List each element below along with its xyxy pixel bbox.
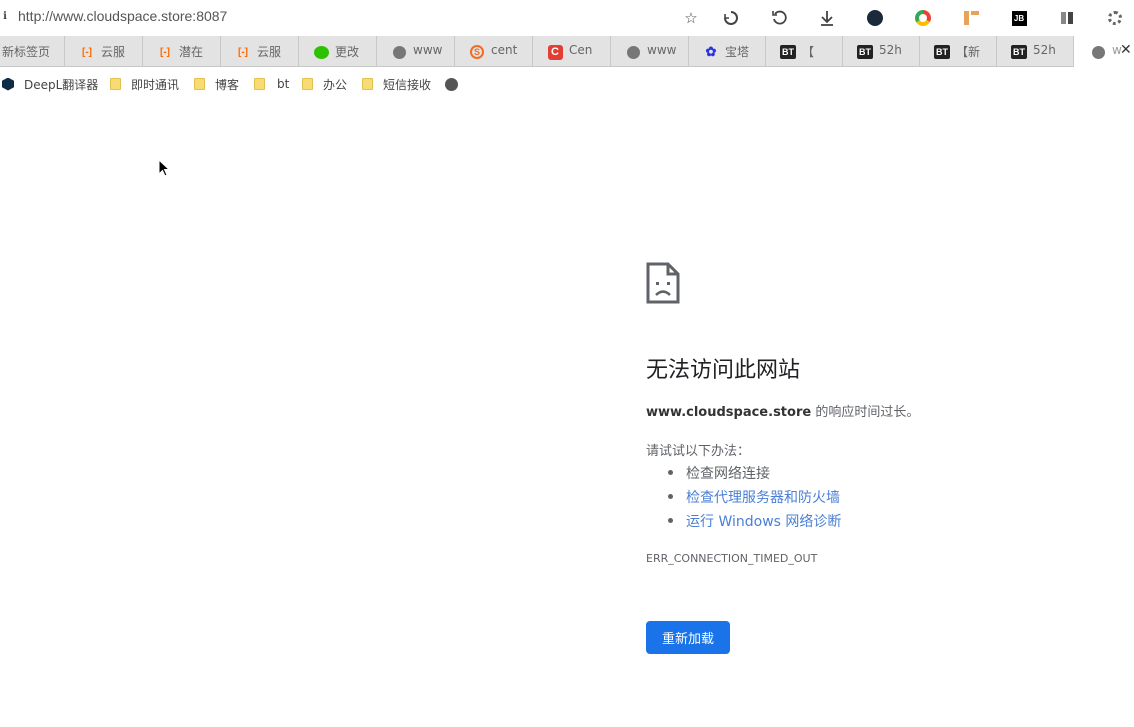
- bt-icon: BT: [934, 45, 950, 59]
- tab-label: 【新: [956, 45, 981, 59]
- extension-orange-icon[interactable]: [960, 7, 982, 29]
- tab[interactable]: BT 52h: [843, 36, 920, 67]
- tab[interactable]: ✿ 宝塔: [689, 36, 766, 67]
- sad-page-icon: [646, 262, 680, 304]
- error-code: ERR_CONNECTION_TIMED_OUT: [646, 552, 818, 565]
- tab[interactable]: [-] 云服: [221, 36, 299, 67]
- tab[interactable]: BT 【新: [920, 36, 997, 67]
- try-label: 请试试以下办法：: [646, 444, 751, 459]
- tab-label: 潜在: [179, 45, 204, 59]
- error-host: www.cloudspace.store: [646, 405, 812, 420]
- aliyun-icon: [-]: [238, 46, 248, 58]
- csdn-icon: C: [547, 44, 563, 60]
- tab-label: cent: [491, 43, 518, 57]
- bookmark-folder[interactable]: 短信接收: [362, 76, 431, 92]
- bullet: [668, 518, 673, 523]
- tab[interactable]: C Cen: [533, 36, 611, 67]
- aliyun-icon: [-]: [82, 46, 92, 58]
- suggestion-text[interactable]: 检查代理服务器和防火墙: [686, 487, 840, 507]
- sogou-icon: S: [469, 44, 485, 60]
- folder-icon: [194, 78, 205, 90]
- bookmark-label: 短信接收: [383, 77, 432, 92]
- sidebar-icon[interactable]: [1056, 7, 1078, 29]
- tab-label: 宝塔: [725, 45, 750, 59]
- aliyun-icon: [-]: [160, 46, 170, 58]
- error-desc-suffix: 的响应时间过长。: [811, 405, 920, 420]
- tab[interactable]: 新标签页: [0, 36, 65, 67]
- settings-icon[interactable]: [1104, 7, 1126, 29]
- address-bar: i http://www.cloudspace.store:8087 ☆ JB: [0, 0, 1134, 36]
- tab-strip: 新标签页 [-] 云服 [-] 潜在 [-] 云服 更改 www S cent …: [0, 36, 1134, 68]
- tab[interactable]: [-] 云服: [65, 36, 143, 67]
- globe-icon: [1090, 44, 1106, 60]
- bt-icon: BT: [1011, 45, 1027, 59]
- folder-icon: [254, 78, 265, 90]
- baidu-paw-icon: ✿: [705, 44, 717, 59]
- star-icon[interactable]: ☆: [680, 7, 702, 29]
- bookmark-folder[interactable]: 即时通讯: [110, 76, 179, 92]
- sync-icon[interactable]: [720, 7, 742, 29]
- close-icon[interactable]: ✕: [1120, 42, 1132, 58]
- tab[interactable]: [-] 潜在: [143, 36, 221, 67]
- reload-button[interactable]: 重新加载: [646, 621, 730, 654]
- bookmark-label: DeepL翻译器: [24, 77, 99, 92]
- bookmarks-bar: DeepL翻译器 即时通讯 博客 bt 办公 短信接收: [0, 72, 1134, 96]
- tab-label: 【: [802, 45, 815, 59]
- tab[interactable]: www: [377, 36, 455, 67]
- bullet: [668, 470, 673, 475]
- chrome-color-icon[interactable]: [912, 7, 934, 29]
- wechat-icon: [313, 44, 329, 60]
- tab-label: Cen: [569, 43, 593, 57]
- bt-icon: BT: [780, 45, 796, 59]
- suggestion-text[interactable]: 运行 Windows 网络诊断: [686, 511, 841, 531]
- tab-label: 52h: [879, 43, 902, 57]
- bullet: [668, 494, 673, 499]
- extension-dark-icon[interactable]: [864, 7, 886, 29]
- url-field[interactable]: http://www.cloudspace.store:8087: [18, 8, 227, 24]
- error-title: 无法访问此网站: [646, 358, 801, 383]
- bookmark-folder[interactable]: bt: [254, 76, 289, 92]
- mouse-cursor-icon: [158, 159, 170, 177]
- bookmark-label: 即时通讯: [131, 77, 180, 92]
- tab-label: www: [413, 43, 443, 57]
- bookmark-label: bt: [277, 77, 290, 91]
- suggestion-text: 检查网络连接: [686, 466, 770, 482]
- tab[interactable]: S cent: [455, 36, 533, 67]
- error-description: www.cloudspace.store 的响应时间过长。: [646, 401, 919, 420]
- folder-icon: [110, 78, 121, 90]
- bookmark-globe[interactable]: [445, 76, 458, 92]
- bt-icon: BT: [857, 45, 873, 59]
- tab-label: 云服: [257, 45, 282, 59]
- tab-label: www: [647, 43, 677, 57]
- folder-icon: [362, 78, 373, 90]
- tab[interactable]: BT 【: [766, 36, 843, 67]
- tab[interactable]: 更改: [299, 36, 377, 67]
- folder-icon: [302, 78, 313, 90]
- deepl-icon: [2, 77, 14, 91]
- tab-label: 新标签页: [2, 45, 51, 59]
- tab-label: 52h: [1033, 43, 1056, 57]
- globe-icon: [391, 44, 407, 60]
- tab[interactable]: BT 52h: [997, 36, 1074, 67]
- tab-label: 更改: [335, 45, 360, 59]
- globe-icon: [625, 44, 641, 60]
- globe-icon: [445, 77, 458, 91]
- tab-active[interactable]: w ✕: [1074, 36, 1134, 67]
- bookmark-label: 博客: [215, 77, 240, 92]
- bookmark-folder[interactable]: 办公: [302, 76, 347, 92]
- reload-icon[interactable]: [768, 7, 790, 29]
- tab[interactable]: www: [611, 36, 689, 67]
- bookmark-folder[interactable]: 博客: [194, 76, 239, 92]
- download-icon[interactable]: [816, 7, 838, 29]
- jetbrains-icon[interactable]: JB: [1008, 7, 1030, 29]
- bookmark-deepl[interactable]: DeepL翻译器: [2, 76, 98, 92]
- info-icon[interactable]: i: [0, 11, 10, 23]
- bookmark-label: 办公: [323, 77, 348, 92]
- tab-label: 云服: [101, 45, 126, 59]
